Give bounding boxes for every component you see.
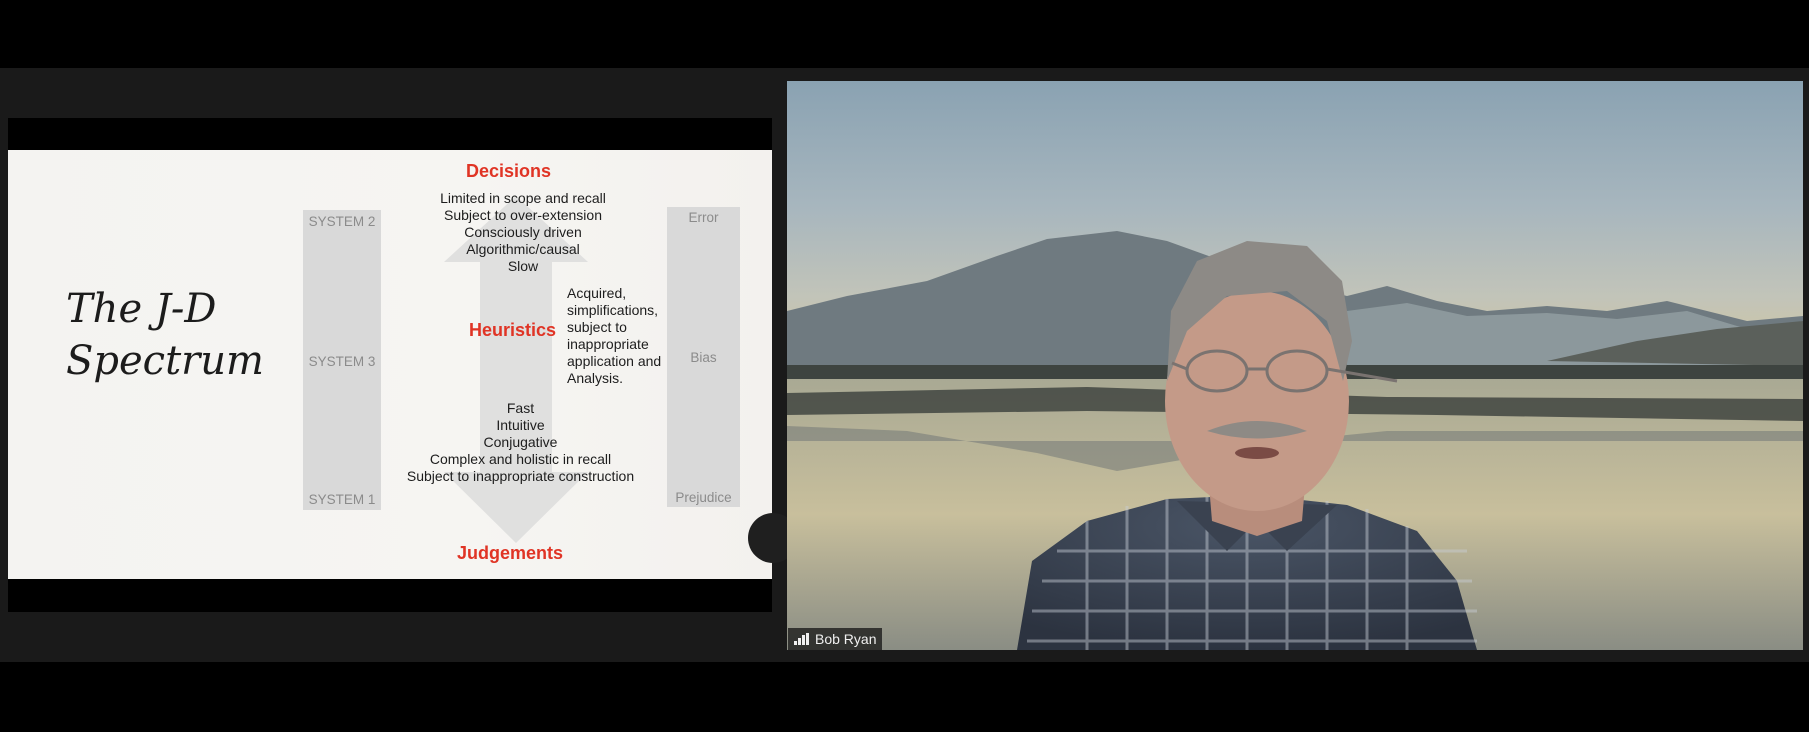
decisions-heading: Decisions (466, 161, 552, 181)
trait-line: Fast (506, 400, 535, 416)
trait-line: Conjugative (483, 434, 558, 450)
trait-line: Intuitive (496, 417, 545, 433)
participant-name: Bob Ryan (815, 631, 877, 647)
judgements-heading: Judgements (457, 543, 564, 563)
heuristics-line: inappropriate (567, 336, 649, 352)
lake-mountain-background-image (787, 231, 1803, 650)
heuristics-line: application and (567, 353, 662, 369)
trait-line: Subject to over-extension (444, 207, 602, 223)
heuristics-line: subject to (567, 319, 627, 335)
trait-line: Slow (507, 258, 539, 274)
trait-line: Complex and holistic in recall (429, 451, 612, 467)
judgements-traits: Fast Intuitive Conjugative Complex and h… (378, 400, 663, 485)
participant-video[interactable] (787, 81, 1803, 650)
heuristics-line: Acquired, (567, 285, 627, 301)
trait-line: Algorithmic/causal (466, 241, 580, 257)
participant-name-tag: Bob Ryan (788, 628, 883, 650)
heuristics-line: Analysis. (567, 370, 624, 386)
trait-line: Subject to inappropriate construction (406, 468, 635, 484)
signal-bars-icon (794, 633, 809, 645)
presentation-slide: The J-D Spectrum SYSTEM 2 SYSTEM 3 SYSTE… (8, 150, 772, 579)
heuristics-description: Acquired, simplifications, subject to in… (567, 285, 661, 387)
trait-line: Consciously driven (464, 224, 582, 240)
trait-line: Limited in scope and recall (440, 190, 606, 206)
heuristics-line: simplifications, (567, 302, 659, 318)
top-letterbox (0, 0, 1809, 68)
heuristics-heading: Heuristics (469, 320, 557, 340)
bottom-letterbox (0, 662, 1809, 732)
decisions-traits: Limited in scope and recall Subject to o… (388, 190, 658, 275)
